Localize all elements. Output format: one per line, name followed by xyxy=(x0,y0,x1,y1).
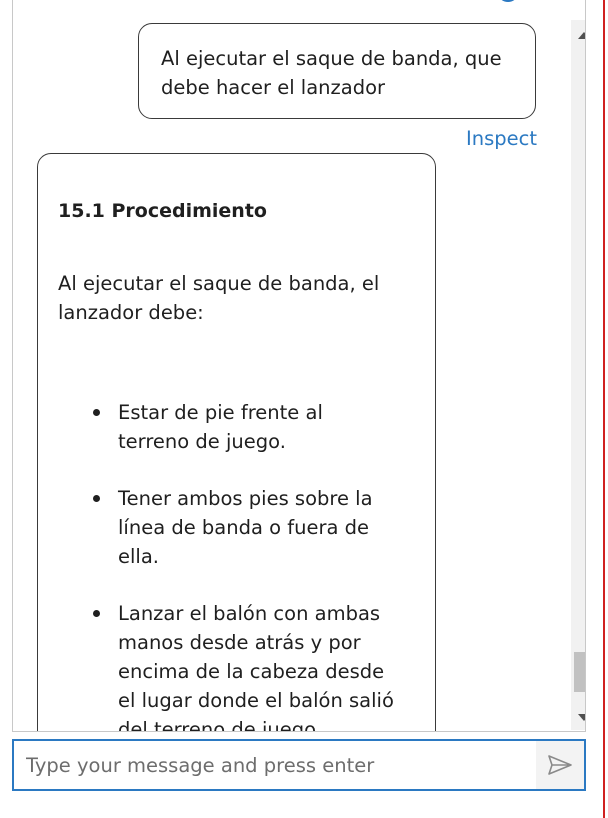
bullet-icon xyxy=(93,610,100,617)
chevron-down-icon xyxy=(578,713,585,721)
send-icon xyxy=(548,755,572,775)
message-composer xyxy=(12,739,586,791)
status-icon xyxy=(497,0,519,2)
inspect-link[interactable]: Inspect xyxy=(466,127,537,150)
scroll-up-button[interactable] xyxy=(571,22,585,48)
scrollbar-thumb[interactable] xyxy=(574,652,585,692)
list-item: Lanzar el balón con ambas manos desde at… xyxy=(76,599,396,732)
bot-message-paragraph: Al ejecutar el saque de banda, el lanzad… xyxy=(58,272,380,324)
user-message-bubble: Al ejecutar el saque de banda, que debe … xyxy=(138,23,536,119)
user-message-text: Al ejecutar el saque de banda, que debe … xyxy=(161,47,502,99)
bot-message-bubble: 15.1 Procedimiento Al ejecutar el saque … xyxy=(37,153,436,732)
bot-message-heading: 15.1 Procedimiento xyxy=(58,200,267,222)
send-button[interactable] xyxy=(536,741,584,789)
chevron-up-icon xyxy=(578,31,585,39)
vertical-scrollbar[interactable] xyxy=(571,20,585,730)
list-item: Estar de pie frente al terreno de juego. xyxy=(76,398,396,456)
list-item-text: Estar de pie frente al terreno de juego. xyxy=(118,401,323,453)
chat-transcript: Al ejecutar el saque de banda, que debe … xyxy=(12,0,586,732)
list-item: Tener ambos pies sobre la línea de banda… xyxy=(76,484,396,571)
window-edge-line xyxy=(603,0,605,818)
bullet-icon xyxy=(93,409,100,416)
list-item-text: Lanzar el balón con ambas manos desde at… xyxy=(118,602,394,732)
bot-message-list: Estar de pie frente al terreno de juego.… xyxy=(76,398,396,732)
bullet-icon xyxy=(93,495,100,502)
list-item-text: Tener ambos pies sobre la línea de banda… xyxy=(118,487,373,568)
scroll-down-button[interactable] xyxy=(571,704,585,730)
message-input[interactable] xyxy=(14,741,534,789)
